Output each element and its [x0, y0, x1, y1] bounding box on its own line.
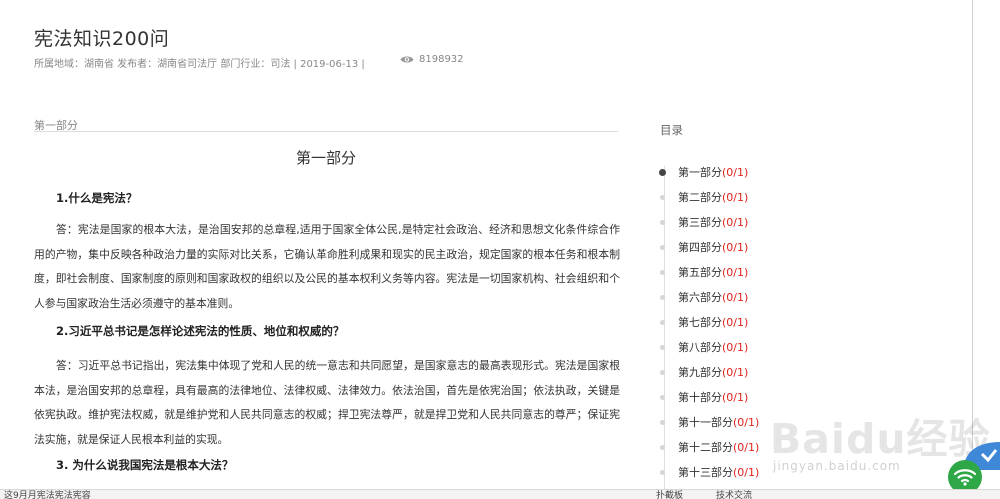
toc-item[interactable]: 第八部分 (0/1): [660, 339, 748, 355]
toc-item-count: (0/1): [722, 365, 749, 379]
toc-item[interactable]: 第五部分 (0/1): [660, 264, 748, 280]
toc-item-label: 第一部分: [678, 166, 722, 179]
toc-item-count: (0/1): [722, 265, 749, 279]
toc-dot-icon: [660, 469, 665, 475]
watermark-url: jingyan.baidu.com: [773, 459, 901, 473]
toc-item-count: (0/1): [733, 415, 760, 429]
toc-item-count: (0/1): [722, 215, 749, 229]
toc-item-label: 第六部分: [678, 291, 722, 304]
toc-item-label: 第二部分: [678, 191, 722, 204]
toc-item[interactable]: 第十部分 (0/1): [660, 389, 748, 405]
toc-item-label: 第四部分: [678, 241, 722, 254]
toc-item[interactable]: 第十二部分 (0/1): [660, 439, 759, 455]
toc-item-count: (0/1): [733, 465, 760, 479]
toc-dot-icon: [660, 269, 665, 275]
toc-item-count: (0/1): [722, 165, 749, 179]
toc-item-label: 第十一部分: [678, 416, 733, 429]
toc-item[interactable]: 第十一部分 (0/1): [660, 414, 759, 430]
toc-item-count: (0/1): [722, 290, 749, 304]
question-3: 3. 为什么说我国宪法是根本大法？: [56, 458, 234, 472]
view-count: 8198932: [400, 54, 464, 65]
toc-dot-icon: [660, 194, 665, 200]
toc-item-label: 第七部分: [678, 316, 722, 329]
toc-dot-icon: [660, 344, 665, 350]
toc-item-count: (0/1): [722, 340, 749, 354]
page-title: 宪法知识200问: [34, 28, 170, 50]
toc-dot-icon: [660, 319, 665, 325]
toc-item[interactable]: 第六部分 (0/1): [660, 289, 748, 305]
toc-dot-icon: [660, 369, 665, 375]
toc-item[interactable]: 第一部分 (0/1): [659, 164, 749, 180]
toc-item[interactable]: 第二部分 (0/1): [660, 189, 748, 205]
toc-item-label: 第三部分: [678, 216, 722, 229]
toc-dot-icon: [660, 219, 665, 225]
article-meta: 所属地域：湖南省 发布者：湖南省司法厅 部门行业：司法 | 2019-06-13…: [34, 59, 365, 70]
toc-item[interactable]: 第十三部分 (0/1): [660, 464, 759, 480]
answer-2: 答：习近平总书记指出，宪法集中体现了党和人民的统一意志和共同愿望，是国家意志的最…: [34, 359, 620, 446]
eye-icon: [400, 55, 414, 64]
toc-item-count: (0/1): [733, 440, 760, 454]
toc-item-label: 第八部分: [678, 341, 722, 354]
toc-item[interactable]: 第七部分 (0/1): [660, 314, 748, 330]
question-2: 2.习近平总书记是怎样论述宪法的性质、地位和权威的？: [56, 324, 345, 338]
toc-item-count: (0/1): [722, 190, 749, 204]
toc-dot-icon: [660, 294, 665, 300]
toc-item-label: 第十二部分: [678, 441, 733, 454]
question-1: 1.什么是宪法？: [56, 191, 138, 205]
toc-dot-icon: [660, 419, 665, 425]
view-count-value: 8198932: [419, 54, 464, 65]
toc-item-count: (0/1): [722, 390, 749, 404]
toc-item-count: (0/1): [722, 240, 749, 254]
toc-item-count: (0/1): [722, 315, 749, 329]
toc-item-label: 第五部分: [678, 266, 722, 279]
toc-dot-icon: [659, 168, 666, 176]
answer-1: 答：宪法是国家的根本大法，是治国安邦的总章程,适用于国家全体公民,是特定社会政治…: [34, 223, 620, 310]
toc-item[interactable]: 第三部分 (0/1): [660, 214, 748, 230]
toc-dot-icon: [660, 394, 665, 400]
toc-item[interactable]: 第九部分 (0/1): [660, 364, 748, 380]
toc-item-label: 第十部分: [678, 391, 722, 404]
section-heading: 第一部分: [295, 149, 356, 167]
toc-dot-icon: [660, 244, 665, 250]
toc-item[interactable]: 第四部分 (0/1): [660, 239, 748, 255]
toc-title: 目录: [660, 123, 683, 137]
toc-item-label: 第十三部分: [678, 466, 733, 479]
section-divider: [34, 131, 618, 132]
toc-item-label: 第九部分: [678, 366, 722, 379]
toc-dot-icon: [660, 444, 665, 450]
